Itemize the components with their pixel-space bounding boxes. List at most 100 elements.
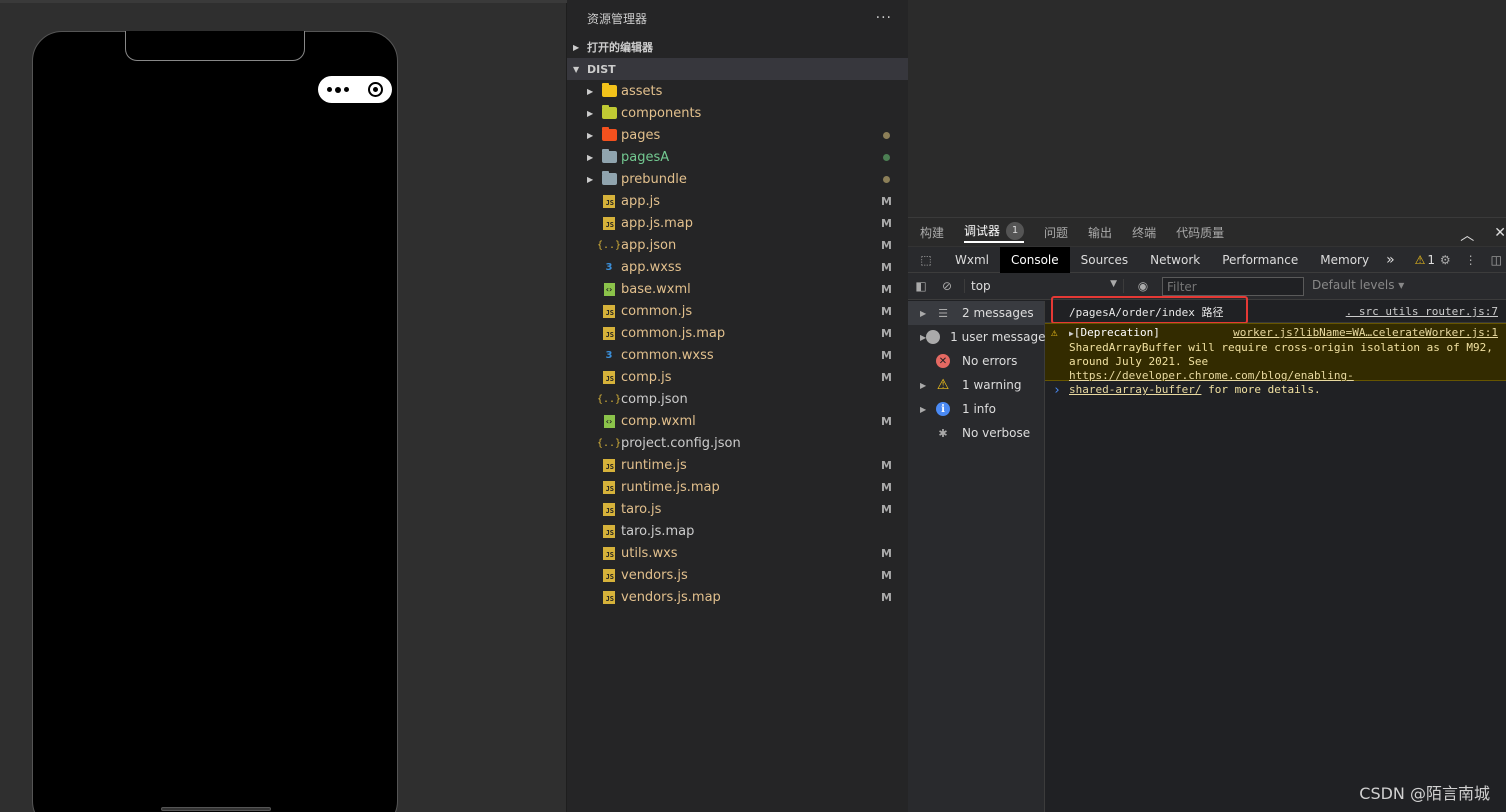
file-explorer: 资源管理器 ··· ▶ 打开的编辑器 ▼ DIST ▶ assets ▶ compon… bbox=[567, 0, 908, 812]
settings-gear-icon[interactable]: ⚙ bbox=[1440, 253, 1451, 267]
log-source-link[interactable]: . src utils router.js:7 bbox=[1346, 305, 1498, 318]
dock-icon[interactable]: ◫ bbox=[1491, 253, 1502, 267]
js-file-icon: JS bbox=[601, 325, 617, 341]
phone-screen[interactable] bbox=[32, 31, 398, 812]
console-filter-item[interactable]: ▶ 1 user message bbox=[908, 325, 1046, 349]
tab-debugger[interactable]: 调试器 1 bbox=[964, 221, 1025, 243]
file-item[interactable]: 3 app.wxss M bbox=[567, 256, 908, 278]
close-icon[interactable]: ✕ bbox=[1494, 225, 1506, 245]
js-file-icon: JS bbox=[601, 215, 617, 231]
folder-pages-icon bbox=[601, 127, 617, 143]
warning-icon: ⚠ bbox=[1051, 326, 1058, 339]
file-item[interactable]: JS utils.wxs M bbox=[567, 542, 908, 564]
js-file-icon: JS bbox=[601, 545, 617, 561]
tab-output[interactable]: 输出 bbox=[1088, 224, 1112, 241]
file-item[interactable]: ‹› comp.wxml M bbox=[567, 410, 908, 432]
chevron-right-icon: ▶ bbox=[587, 108, 594, 118]
js-file-icon: JS bbox=[601, 589, 617, 605]
collapse-up-icon[interactable]: ︿ bbox=[1460, 225, 1474, 245]
console-filter-item[interactable]: ✕ No errors bbox=[908, 349, 1044, 373]
file-item[interactable]: {..} project.config.json bbox=[567, 432, 908, 454]
context-value: top bbox=[971, 279, 991, 293]
dist-section[interactable]: ▼ DIST bbox=[567, 58, 908, 80]
warning-doc-link[interactable]: https://developer.chrome.com/blog/enabli… bbox=[1069, 369, 1354, 382]
json-file-icon: {..} bbox=[596, 437, 622, 449]
tab-problems[interactable]: 问题 bbox=[1044, 224, 1068, 241]
warning-counter[interactable]: ⚠ 1 bbox=[1415, 253, 1435, 267]
css-file-icon: 3 bbox=[605, 261, 613, 273]
file-item[interactable]: JS common.js M bbox=[567, 300, 908, 322]
file-item[interactable]: JS taro.js M bbox=[567, 498, 908, 520]
inspect-element-icon[interactable]: ⬚ bbox=[908, 253, 944, 267]
file-item[interactable]: JS common.js.map M bbox=[567, 322, 908, 344]
file-item[interactable]: 3 common.wxss M bbox=[567, 344, 908, 366]
folder-item[interactable]: ▶ pages bbox=[567, 124, 908, 146]
tab-label: Wxml bbox=[955, 252, 989, 267]
warning-source-link[interactable]: worker.js?libName=WA…celerateWorker.js:1 bbox=[1233, 326, 1498, 340]
context-selector[interactable]: top ▼ bbox=[964, 279, 1124, 293]
chevron-down-icon: ▼ bbox=[573, 64, 580, 74]
console-filter-item[interactable]: ▶ ☰ 2 messages bbox=[908, 301, 1044, 325]
tab-code-quality[interactable]: 代码质量 bbox=[1176, 224, 1224, 241]
tab-console[interactable]: Console bbox=[1000, 246, 1070, 273]
user-icon bbox=[926, 330, 941, 344]
tab-performance[interactable]: Performance bbox=[1211, 247, 1309, 273]
status-dot bbox=[883, 154, 890, 161]
chevron-right-icon: ▶ bbox=[587, 152, 594, 162]
log-levels-dropdown[interactable]: Default levels ▾ bbox=[1312, 278, 1404, 292]
folder-item[interactable]: ▶ assets bbox=[567, 80, 908, 102]
more-tabs-icon[interactable]: » bbox=[1380, 252, 1401, 268]
filter-input[interactable] bbox=[1162, 277, 1304, 296]
file-item[interactable]: JS runtime.js M bbox=[567, 454, 908, 476]
file-item[interactable]: JS comp.js M bbox=[567, 366, 908, 388]
file-name: comp.json bbox=[621, 391, 688, 407]
error-icon: ✕ bbox=[934, 354, 952, 368]
console-sidebar: ▶ ☰ 2 messages ▶ 1 user message ✕ No errors ▶ ⚠ 1… bbox=[908, 301, 1046, 812]
filter-label: 2 messages bbox=[962, 306, 1034, 320]
chevron-right-icon: ▶ bbox=[920, 308, 927, 318]
tab-memory[interactable]: Memory bbox=[1309, 247, 1380, 273]
folder-item[interactable]: ▶ pagesA bbox=[567, 146, 908, 168]
console-filter-item[interactable]: ▶ ⚠ 1 warning bbox=[908, 373, 1044, 397]
tab-network[interactable]: Network bbox=[1139, 247, 1211, 273]
file-item[interactable]: JS taro.js.map bbox=[567, 520, 908, 542]
folder-icon bbox=[601, 171, 617, 187]
close-circle-icon[interactable] bbox=[367, 82, 383, 97]
more-dots-icon[interactable] bbox=[327, 86, 350, 93]
modified-marker: M bbox=[881, 304, 892, 318]
file-item[interactable]: JS app.js M bbox=[567, 190, 908, 212]
wxml-file-icon: ‹› bbox=[601, 281, 617, 297]
kebab-menu-icon[interactable]: ⋮ bbox=[1465, 253, 1477, 267]
file-name: app.js bbox=[621, 193, 660, 209]
more-actions-icon[interactable]: ··· bbox=[876, 10, 892, 26]
tab-build[interactable]: 构建 bbox=[920, 224, 944, 241]
tab-terminal[interactable]: 终端 bbox=[1132, 224, 1156, 241]
file-item[interactable]: JS vendors.js.map M bbox=[567, 586, 908, 608]
console-filter-item[interactable]: ▶ i 1 info bbox=[908, 397, 1044, 421]
modified-marker: M bbox=[881, 282, 892, 296]
open-editors-section[interactable]: ▶ 打开的编辑器 bbox=[567, 36, 908, 58]
devtools-panel-tabs: ⬚ Wxml Console Sources Network Performan… bbox=[908, 246, 1506, 273]
file-name: pages bbox=[621, 127, 661, 143]
console-filter-item[interactable]: ✱ No verbose bbox=[908, 421, 1044, 445]
file-item[interactable]: JS runtime.js.map M bbox=[567, 476, 908, 498]
folder-item[interactable]: ▶ prebundle bbox=[567, 168, 908, 190]
tab-wxml[interactable]: Wxml bbox=[944, 247, 1000, 273]
folder-icon bbox=[601, 149, 617, 165]
file-item[interactable]: JS app.js.map M bbox=[567, 212, 908, 234]
file-item[interactable]: {..} app.json M bbox=[567, 234, 908, 256]
tab-label: Performance bbox=[1222, 252, 1299, 267]
warning-doc-link-cont[interactable]: shared-array-buffer/ bbox=[1069, 383, 1201, 396]
tab-sources[interactable]: Sources bbox=[1070, 247, 1139, 273]
file-name: taro.js.map bbox=[621, 523, 695, 539]
folder-item[interactable]: ▶ components bbox=[567, 102, 908, 124]
tab-label: Sources bbox=[1080, 252, 1129, 267]
sidebar-toggle-icon[interactable]: ◧ bbox=[908, 279, 934, 293]
file-item[interactable]: {..} comp.json bbox=[567, 388, 908, 410]
js-file-icon: JS bbox=[601, 523, 617, 539]
chevron-right-icon: ▶ bbox=[920, 380, 927, 390]
clear-console-icon[interactable]: ⊘ bbox=[934, 279, 960, 293]
live-expression-eye-icon[interactable]: ◉ bbox=[1130, 279, 1156, 293]
file-item[interactable]: JS vendors.js M bbox=[567, 564, 908, 586]
file-item[interactable]: ‹› base.wxml M bbox=[567, 278, 908, 300]
